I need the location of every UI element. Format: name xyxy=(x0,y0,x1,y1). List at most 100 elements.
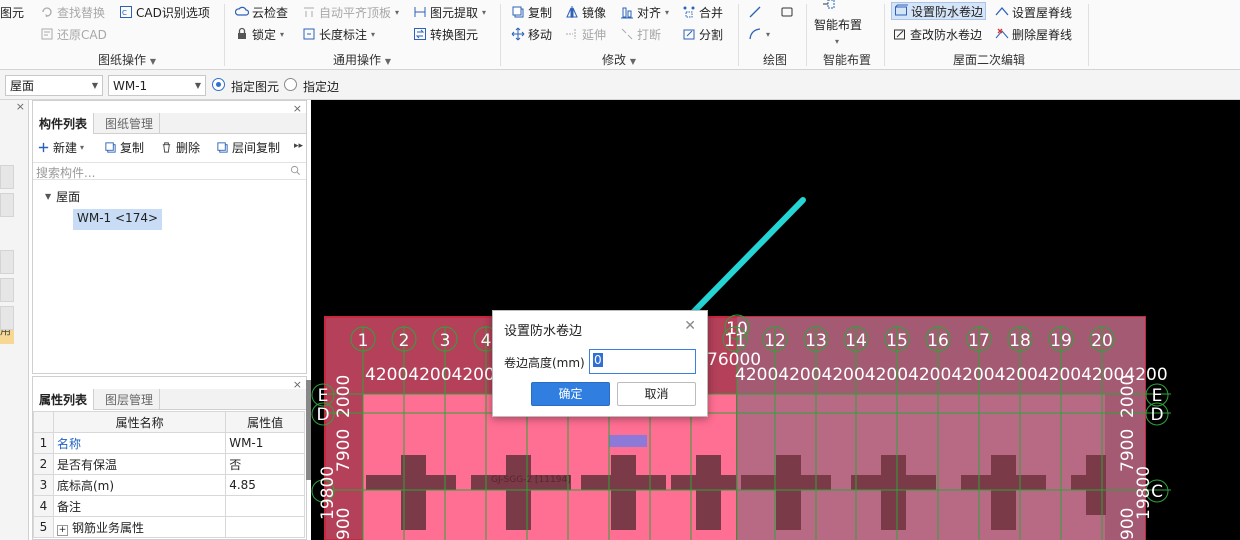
copy-button[interactable]: 复制 xyxy=(511,3,552,21)
new-button[interactable]: 新建 ▾ xyxy=(37,139,84,156)
delete-ridge-line-button[interactable]: 删除屋脊线 xyxy=(995,25,1072,43)
floor-select[interactable]: 屋面 ▼ xyxy=(5,75,103,96)
auto-align-label: 自动平齐顶板 xyxy=(319,5,392,20)
property-value[interactable]: 否 xyxy=(225,453,305,475)
property-name-expandable[interactable]: + 钢筋业务属性 xyxy=(52,516,227,538)
smart-layout-button[interactable]: 智能布置 xyxy=(814,15,862,33)
lock-label: 锁定 xyxy=(252,27,277,42)
set-waterproof-edge-label: 设置防水卷边 xyxy=(911,4,984,19)
left-tab[interactable] xyxy=(0,165,14,189)
more-icon[interactable]: ▸▸ xyxy=(294,141,303,151)
cad-drawing-canvas[interactable]: 1 2 3 4 10 11 12 13 14 15 16 17 18 19 20… xyxy=(311,100,1240,540)
axis-label: 1 xyxy=(358,331,369,351)
left-tab[interactable] xyxy=(0,306,14,330)
set-ridge-line-button[interactable]: 设置屋脊线 xyxy=(995,3,1072,21)
close-icon[interactable]: × xyxy=(16,100,25,113)
floor-copy-label: 层间复制 xyxy=(232,141,281,155)
cad-recognition-options-button[interactable]: C CAD识别选项 xyxy=(119,3,210,21)
left-tab[interactable] xyxy=(0,278,14,302)
split-button[interactable]: 分割 xyxy=(682,25,723,43)
set-waterproof-edge-button[interactable]: 设置防水卷边 xyxy=(891,2,987,20)
tree-root-label: 屋面 xyxy=(56,190,81,204)
property-value[interactable] xyxy=(225,495,305,517)
axis-label: 15 xyxy=(886,331,908,351)
cloud-check-label: 云检查 xyxy=(252,5,289,20)
dimension-text: 76000 xyxy=(707,350,761,370)
split-label: 分割 xyxy=(699,27,724,42)
selected-element-marker xyxy=(609,435,647,447)
group-label-roof-edit: 屋面二次编辑 xyxy=(953,53,1026,67)
cancel-button[interactable]: 取消 xyxy=(617,382,696,406)
tree-item-wm1[interactable]: WM-1 <174> xyxy=(73,209,163,230)
header-value: 属性值 xyxy=(225,411,305,433)
align-button[interactable]: 对齐 ▾ xyxy=(620,3,669,21)
svg-text:C: C xyxy=(122,9,127,17)
break-button[interactable]: 打断 xyxy=(620,25,661,43)
search-placeholder: 搜索构件... xyxy=(36,166,96,180)
chevron-down-icon: ▾ xyxy=(835,36,840,46)
row-axis-label: D xyxy=(316,405,329,425)
expand-icon[interactable]: + xyxy=(57,524,68,536)
property-value[interactable]: 4.85 xyxy=(225,474,305,496)
restore-cad-label: 还原CAD xyxy=(57,27,107,42)
ribbon-item-element-label: 图元 xyxy=(0,5,25,20)
extend-button[interactable]: 延伸 xyxy=(565,25,606,43)
smart-layout-dropdown[interactable]: ▾ xyxy=(834,32,839,50)
smart-layout-icon-wrap[interactable] xyxy=(822,0,836,14)
close-icon[interactable]: ✕ xyxy=(684,318,696,334)
element-extract-button[interactable]: 长度标注 ▾ xyxy=(302,25,375,43)
convert-element-button[interactable]: 转换图元 xyxy=(413,25,478,43)
tab-drawing-management[interactable]: 图纸管理 xyxy=(99,113,161,134)
edge-height-input[interactable]: 0 xyxy=(589,349,696,374)
left-tab[interactable] xyxy=(0,193,14,217)
merge-button[interactable]: 合并 xyxy=(682,3,723,21)
header-name: 属性名称 xyxy=(52,411,227,433)
left-collapsed-panel: × 用 xyxy=(0,100,29,540)
draw-arc-button[interactable]: ▾ xyxy=(748,25,770,43)
table-row[interactable]: 4 备注 xyxy=(33,495,305,517)
table-row[interactable]: 2 是否有保温 否 xyxy=(33,453,305,475)
mirror-button[interactable]: 镜像 xyxy=(565,3,606,21)
component-select[interactable]: WM-1 ▼ xyxy=(108,75,206,96)
left-tab[interactable] xyxy=(0,250,14,274)
draw-rectangle-button[interactable] xyxy=(780,3,794,21)
chevron-down-icon: ▾ xyxy=(482,7,487,17)
floor-copy-button[interactable]: 层间复制 xyxy=(216,139,280,156)
restore-cad-button[interactable]: 还原CAD xyxy=(40,25,107,43)
check-waterproof-edge-button[interactable]: 查改防水卷边 xyxy=(893,25,982,43)
length-dimension-button[interactable]: 图元提取 ▾ xyxy=(413,3,486,21)
tab-component-list[interactable]: 构件列表 xyxy=(33,113,95,134)
tab-property-list[interactable]: 属性列表 xyxy=(33,389,95,410)
ok-button[interactable]: 确定 xyxy=(531,382,610,406)
group-label-draw: 绘图 xyxy=(763,53,788,67)
cad-options-label: CAD识别选项 xyxy=(136,5,210,20)
auto-align-top-button[interactable]: 自动平齐顶板 ▾ xyxy=(302,3,399,21)
delete-component-button[interactable]: 删除 xyxy=(160,139,200,156)
trash-icon xyxy=(162,142,171,153)
copy-component-button[interactable]: 复制 xyxy=(104,139,144,156)
table-row[interactable]: 3 底标高(m) 4.85 xyxy=(33,474,305,496)
chevron-down-icon: ▼ xyxy=(194,81,201,90)
restore-cad-icon xyxy=(40,27,54,41)
align-label: 对齐 xyxy=(637,5,662,20)
property-value[interactable] xyxy=(225,516,305,538)
group-label-modify: 修改 ▼ xyxy=(602,53,636,67)
radio-specify-element[interactable] xyxy=(212,78,225,91)
tab-layer-management[interactable]: 图层管理 xyxy=(99,389,161,410)
floor-copy-icon xyxy=(217,142,228,153)
tree-root-roof[interactable]: ▼ 屋面 xyxy=(45,188,80,205)
radio-specify-edge[interactable] xyxy=(284,78,297,91)
mirror-icon xyxy=(565,5,579,19)
property-value[interactable]: WM-1 xyxy=(225,432,305,454)
find-replace-button[interactable]: 查找替换 xyxy=(40,3,105,21)
component-search-input[interactable]: 搜索构件... xyxy=(33,162,306,180)
table-row[interactable]: 1 名称 WM-1 xyxy=(33,432,305,454)
table-row[interactable]: 5 + 钢筋业务属性 xyxy=(33,516,305,538)
smart-layout-label: 智能布置 xyxy=(814,17,863,32)
cloud-check-button[interactable]: 云检查 xyxy=(235,3,288,21)
ribbon-item-element[interactable]: 图元 xyxy=(0,3,24,21)
dimension-text: 900 xyxy=(334,508,354,540)
draw-line-button[interactable] xyxy=(748,3,762,21)
lock-button[interactable]: 锁定 ▾ xyxy=(235,25,284,43)
move-button[interactable]: 移动 xyxy=(511,25,552,43)
